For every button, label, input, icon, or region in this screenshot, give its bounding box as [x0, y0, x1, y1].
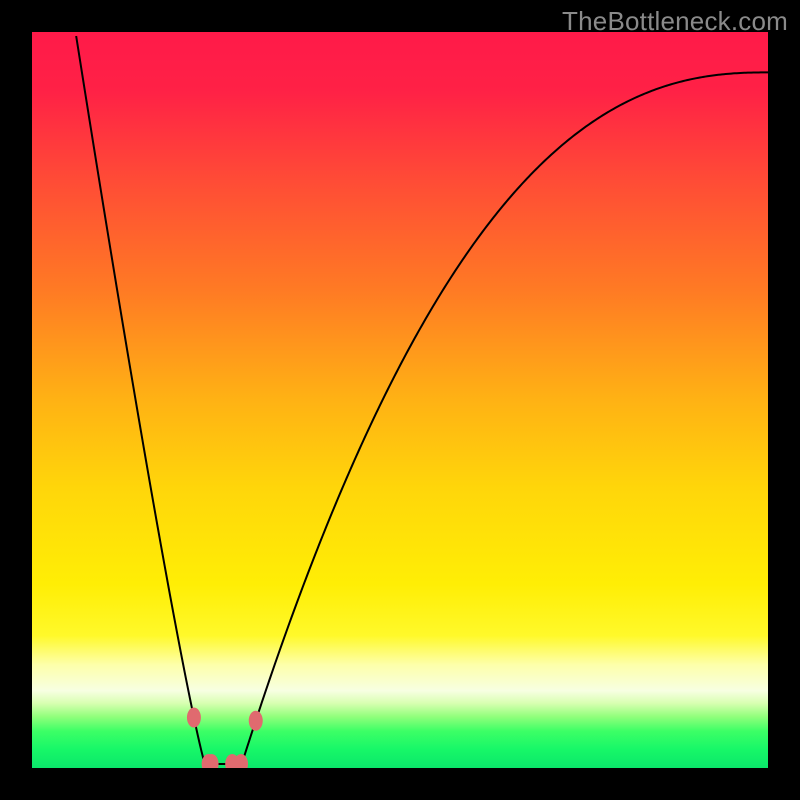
chart-frame: TheBottleneck.com	[0, 0, 800, 800]
curve-marker	[187, 708, 201, 728]
plot-area	[32, 32, 768, 768]
curve-marker	[249, 711, 263, 731]
watermark-text: TheBottleneck.com	[562, 6, 788, 37]
bottleneck-curve	[32, 32, 768, 768]
